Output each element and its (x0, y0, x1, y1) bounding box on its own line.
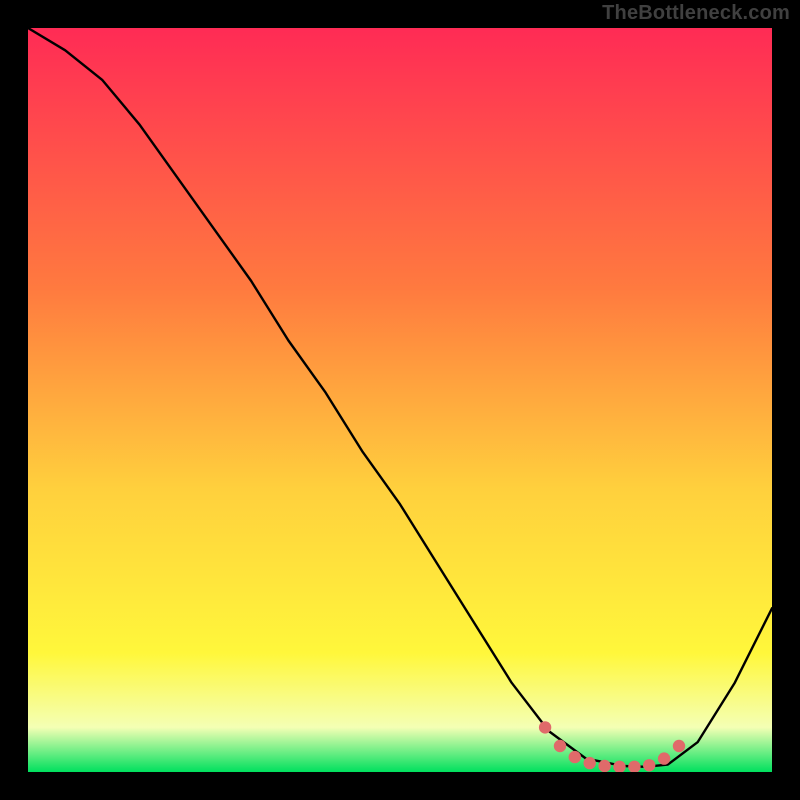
marker-dot (673, 740, 685, 752)
watermark-text: TheBottleneck.com (602, 2, 790, 25)
marker-dot (598, 760, 610, 772)
marker-dot (584, 757, 596, 769)
marker-dot (643, 759, 655, 771)
marker-dot (539, 721, 551, 733)
marker-dot (658, 752, 670, 764)
plot-area (28, 28, 772, 772)
chart-stage: TheBottleneck.com (0, 0, 800, 800)
chart-svg (28, 28, 772, 772)
marker-dot (554, 740, 566, 752)
gradient-background (28, 28, 772, 772)
marker-dot (569, 751, 581, 763)
